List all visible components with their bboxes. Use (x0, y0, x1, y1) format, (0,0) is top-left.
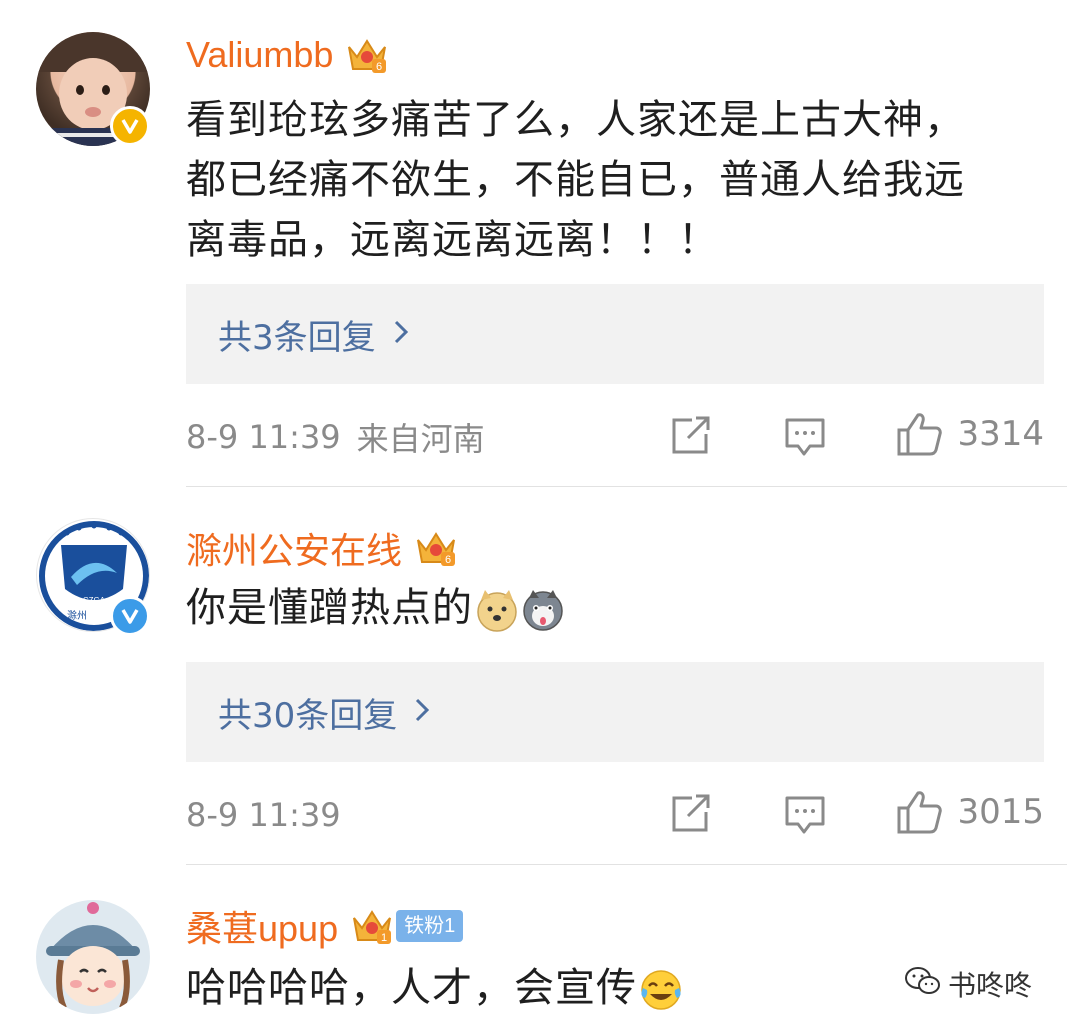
svg-text:6: 6 (376, 61, 382, 73)
crown-icon: 6 (345, 35, 389, 75)
timestamp: 8-9 11:39 (186, 796, 341, 834)
svg-text:CZGA: CZGA (83, 596, 106, 605)
divider (186, 486, 1067, 487)
share-icon[interactable] (670, 416, 712, 464)
chevron-right-icon (413, 695, 431, 729)
comment-icon[interactable] (784, 794, 826, 844)
username[interactable]: 滁州公安在线 6 (186, 522, 458, 574)
crown-icon: 6 (414, 528, 458, 568)
comment-text: 看到玱玹多痛苦了么，人家还是上古大神， 都已经痛不欲生，不能自已，普通人给我远 … (186, 97, 965, 263)
avatar[interactable] (36, 32, 156, 152)
replies-link[interactable]: 共3条回复 (186, 284, 1044, 384)
comment-icon[interactable] (784, 416, 826, 466)
svg-text:6: 6 (445, 554, 451, 566)
doge-emoji (475, 588, 519, 632)
crown-icon: 1 (350, 906, 394, 946)
username[interactable]: Valiumbb 6 (186, 34, 389, 76)
chevron-right-icon (392, 317, 410, 351)
username[interactable]: 桑葚upup 1 铁粉1 (186, 900, 464, 952)
replies-count-label: 共30条回复 (218, 695, 398, 736)
svg-text:滁州: 滁州 (67, 609, 87, 622)
comment-meta: 8-9 11:39 3015 (186, 790, 1044, 840)
fan-badge: 铁粉1 (396, 910, 464, 942)
wechat-icon (904, 966, 942, 1003)
replies-link[interactable]: 共30条回复 (186, 662, 1044, 762)
share-icon[interactable] (670, 794, 712, 842)
watermark: 书咚咚 (904, 964, 1032, 1004)
divider (186, 864, 1067, 865)
verified-badge-icon (110, 596, 150, 636)
timestamp: 8-9 11:39 (186, 418, 341, 456)
comment-meta: 8-9 11:39 来自河南 3314 (186, 412, 1044, 462)
avatar[interactable]: CZGA 滁州 (36, 518, 156, 638)
like-icon[interactable] (896, 790, 942, 842)
replies-count-label: 共3条回复 (218, 317, 376, 358)
avatar[interactable] (36, 900, 156, 1020)
location: 来自河南 (356, 420, 485, 458)
verified-badge-icon (110, 106, 150, 146)
husky-emoji (521, 588, 565, 632)
like-icon[interactable] (896, 412, 942, 464)
like-count: 3015 (957, 792, 1044, 832)
like-count: 3314 (957, 414, 1044, 454)
laugh-cry-emoji (639, 968, 683, 1012)
comment-text: 你是懂蹭热点的 (186, 578, 1056, 638)
svg-text:1: 1 (381, 932, 387, 944)
